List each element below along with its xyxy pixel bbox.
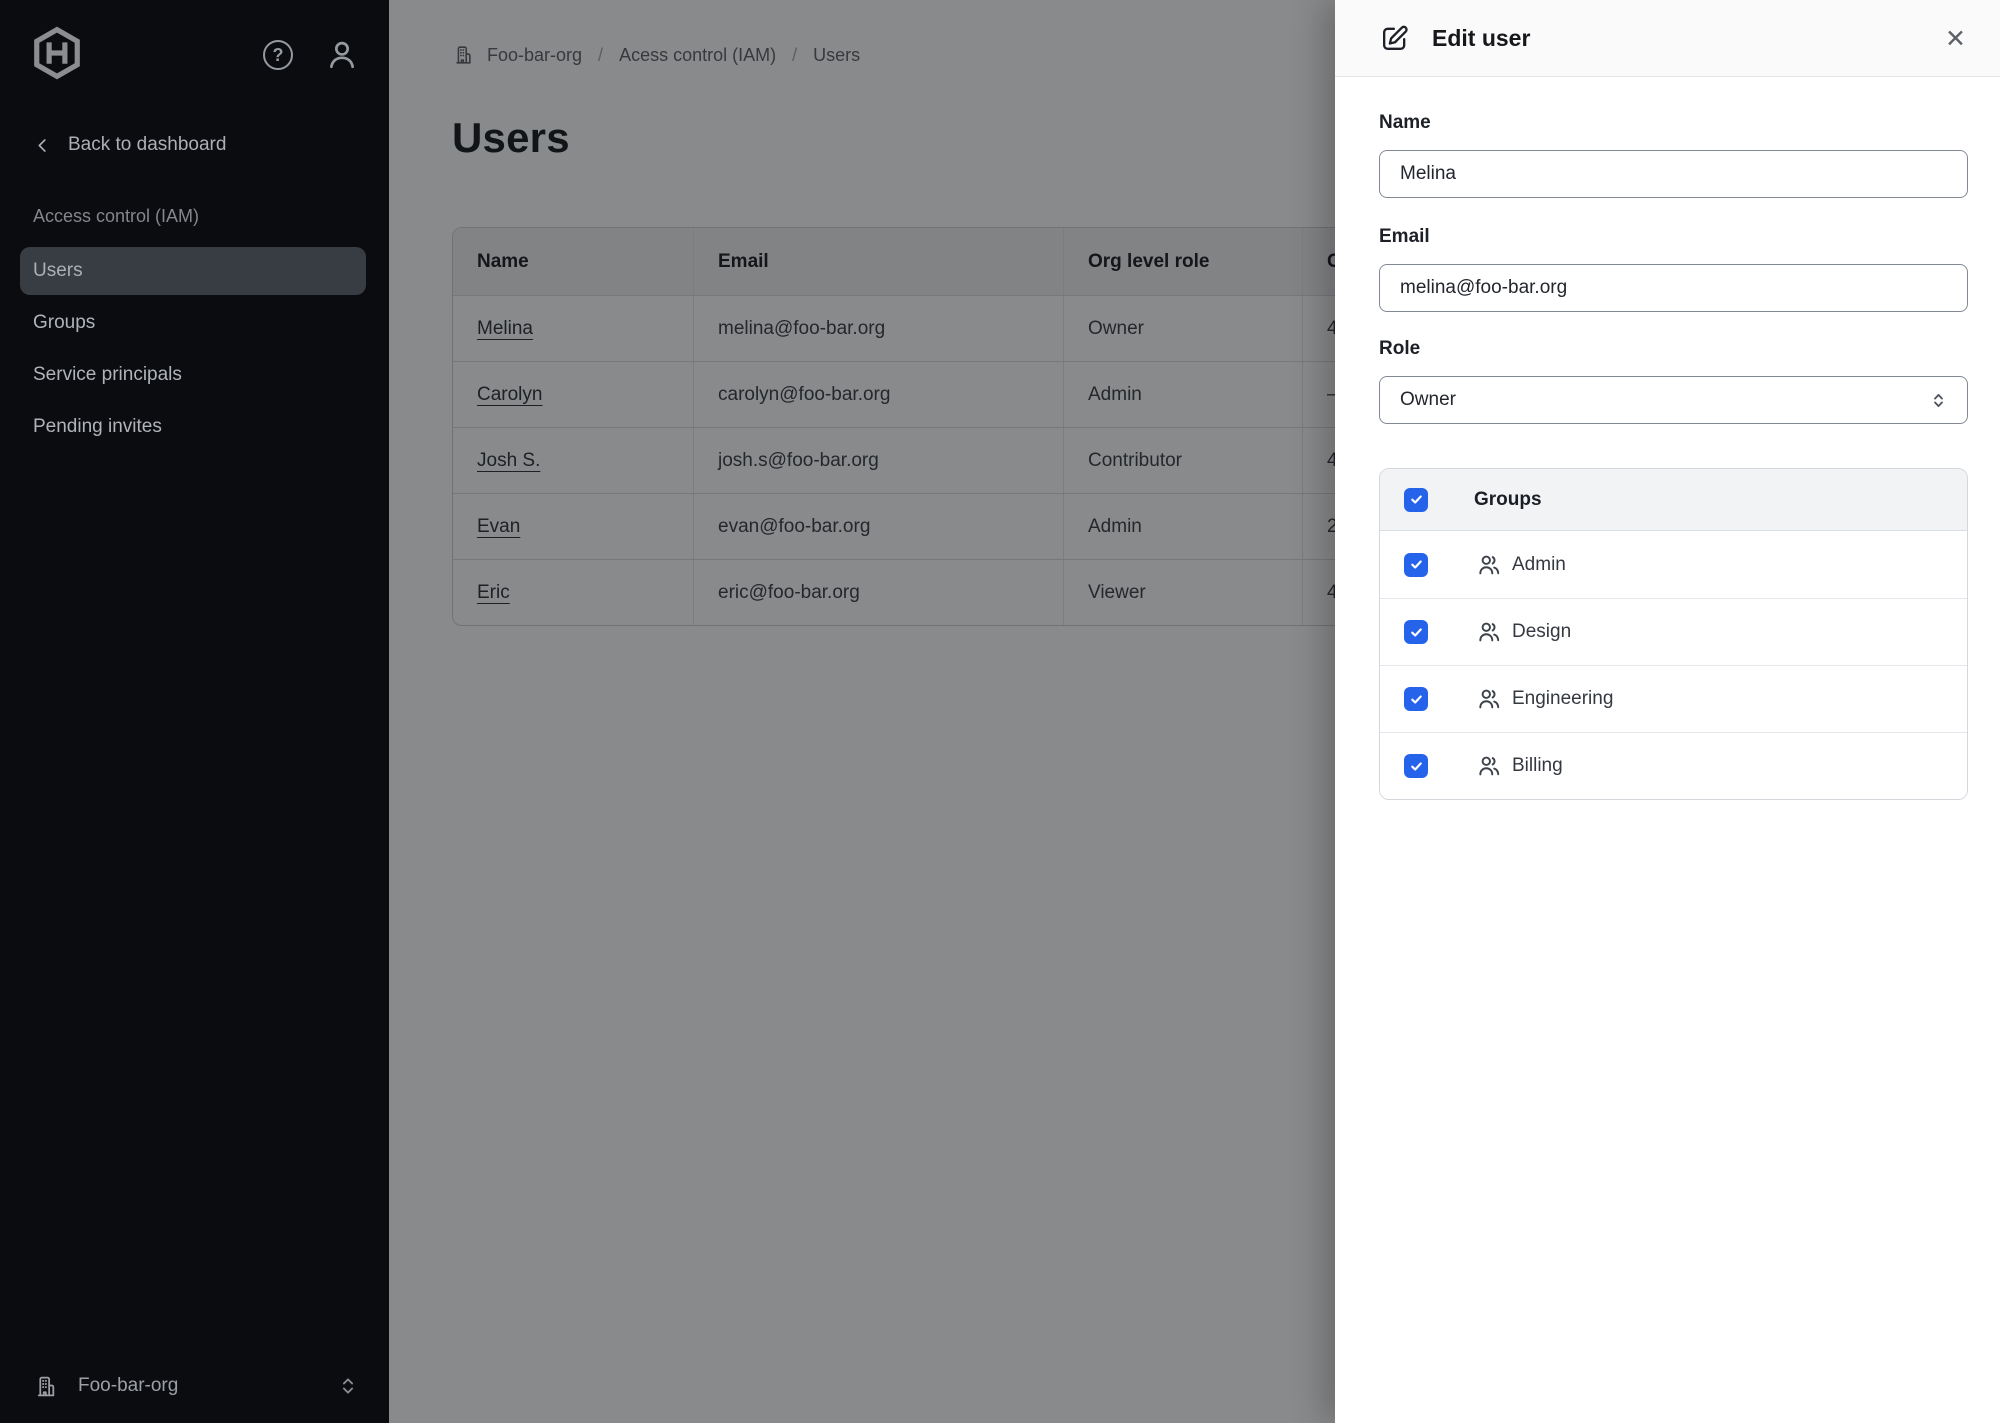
groups-panel-header: Groups <box>1380 469 1967 531</box>
org-switcher-label: Foo-bar-org <box>78 1375 178 1397</box>
check-icon <box>1409 625 1424 640</box>
app-root: ? Back to dashboard Access control (IAM)… <box>0 0 2000 1423</box>
check-icon <box>1409 557 1424 572</box>
group-row-admin[interactable]: Admin <box>1380 531 1967 598</box>
sidebar-item-service-principals[interactable]: Service principals <box>20 351 366 399</box>
sidebar-nav: Users Groups Service principals Pending … <box>20 247 366 455</box>
chevron-left-icon <box>33 136 52 155</box>
user-icon <box>325 38 359 72</box>
users-group-icon <box>1476 753 1502 779</box>
check-icon <box>1409 692 1424 707</box>
sidebar: ? Back to dashboard Access control (IAM)… <box>0 0 389 1423</box>
groups-panel: Groups Admin <box>1379 468 1968 800</box>
modal-overlay[interactable] <box>389 0 1335 1423</box>
edit-pencil-icon <box>1379 23 1410 54</box>
name-field[interactable] <box>1379 150 1968 198</box>
group-checkbox[interactable] <box>1404 754 1428 778</box>
back-to-dashboard-link[interactable]: Back to dashboard <box>33 134 226 156</box>
hashicorp-logo <box>30 26 84 80</box>
users-group-icon <box>1476 552 1502 578</box>
group-row-design[interactable]: Design <box>1380 598 1967 665</box>
groups-panel-title: Groups <box>1474 489 1542 511</box>
role-select[interactable]: Owner <box>1379 376 1968 424</box>
user-menu-button[interactable] <box>325 38 359 72</box>
role-field-label: Role <box>1379 338 1420 360</box>
group-checkbox[interactable] <box>1404 620 1428 644</box>
edit-user-drawer: Edit user ✕ Name Email Role Owner Groups <box>1335 0 2000 1423</box>
sidebar-item-users[interactable]: Users <box>20 247 366 295</box>
group-label: Engineering <box>1512 688 1613 710</box>
drawer-header: Edit user ✕ <box>1335 0 2000 77</box>
close-icon[interactable]: ✕ <box>1945 26 1966 51</box>
check-icon <box>1409 492 1424 507</box>
sidebar-section-label: Access control (IAM) <box>33 206 199 227</box>
help-button[interactable]: ? <box>263 40 293 70</box>
role-select-value: Owner <box>1400 389 1456 411</box>
back-to-dashboard-label: Back to dashboard <box>68 134 226 156</box>
sidebar-item-pending-invites[interactable]: Pending invites <box>20 403 366 451</box>
org-building-icon <box>33 1374 58 1399</box>
users-group-icon <box>1476 686 1502 712</box>
org-switcher[interactable]: Foo-bar-org <box>0 1362 389 1410</box>
groups-select-all-checkbox[interactable] <box>1404 488 1428 512</box>
group-row-engineering[interactable]: Engineering <box>1380 665 1967 732</box>
help-icon: ? <box>263 40 293 70</box>
chevron-updown-icon <box>1928 390 1949 411</box>
group-row-billing[interactable]: Billing <box>1380 732 1967 799</box>
group-label: Admin <box>1512 554 1566 576</box>
sidebar-top: ? <box>30 26 359 80</box>
email-field[interactable] <box>1379 264 1968 312</box>
email-field-label: Email <box>1379 226 1430 248</box>
group-checkbox[interactable] <box>1404 553 1428 577</box>
check-icon <box>1409 759 1424 774</box>
name-field-label: Name <box>1379 112 1431 134</box>
group-checkbox[interactable] <box>1404 687 1428 711</box>
users-group-icon <box>1476 619 1502 645</box>
sidebar-top-icons: ? <box>263 38 359 72</box>
group-label: Billing <box>1512 755 1563 777</box>
drawer-title: Edit user <box>1432 25 1530 52</box>
sidebar-item-groups[interactable]: Groups <box>20 299 366 347</box>
caret-updown-icon <box>337 1375 359 1397</box>
group-label: Design <box>1512 621 1571 643</box>
